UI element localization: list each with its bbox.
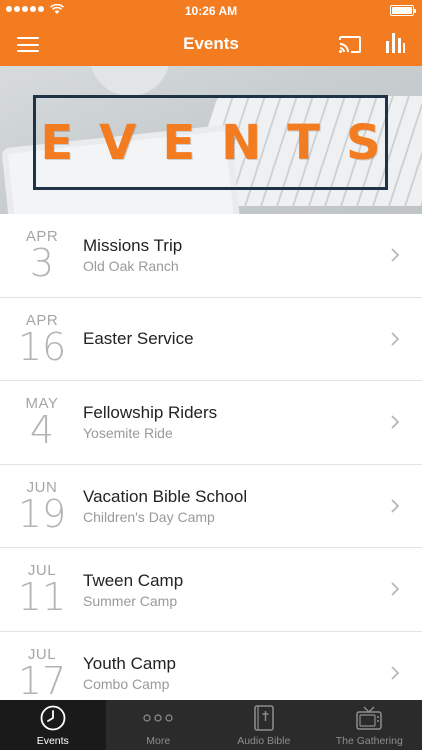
event-place: Summer Camp <box>83 592 178 609</box>
event-name: Tween Camp <box>83 570 184 590</box>
chevron-right-icon <box>391 248 400 262</box>
event-name: Easter Service <box>83 328 194 348</box>
event-date: APR 16 <box>14 312 70 369</box>
event-name: Missions Trip <box>83 236 183 256</box>
event-row[interactable]: JUL 11 Tween Camp Summer Camp <box>0 548 422 632</box>
tv-icon <box>356 706 382 730</box>
more-dots-icon <box>143 714 173 722</box>
event-day: 17 <box>17 658 67 700</box>
event-date: MAY 4 <box>14 395 70 453</box>
event-row[interactable]: MAY 4 Fellowship Riders Yosemite Ride <box>0 381 422 465</box>
tab-label: More <box>146 735 171 747</box>
event-place: Yosemite Ride <box>83 425 173 442</box>
status-bar: 10:26 AM <box>0 0 422 22</box>
event-place: Combo Camp <box>83 676 170 693</box>
event-place: Children's Day Camp <box>83 509 215 526</box>
event-day: 19 <box>17 491 67 536</box>
event-name: Fellowship Riders <box>83 403 218 423</box>
bar-chart-icon[interactable] <box>384 31 406 55</box>
event-date: APR 3 <box>14 228 70 285</box>
events-hero-banner: EVENTS <box>0 66 422 214</box>
event-date: JUL 17 <box>14 646 70 700</box>
hero-title: EVENTS <box>40 114 407 171</box>
event-row[interactable]: JUN 19 Vacation Bible School Children's … <box>0 464 422 549</box>
clock-icon <box>40 705 66 731</box>
hero-frame: EVENTS <box>33 95 388 190</box>
tab-label: The Gathering <box>335 735 403 747</box>
event-day: 3 <box>29 241 55 285</box>
hero-photo-mug <box>90 66 170 96</box>
chevron-right-icon <box>391 415 400 429</box>
event-day: 11 <box>17 575 67 620</box>
tab-bar: Events More Audio Bible The Gathering <box>0 700 422 750</box>
event-row[interactable]: JUL 17 Youth Camp Combo Camp <box>0 631 422 700</box>
tab-events[interactable]: Events <box>0 700 106 750</box>
tab-label: Events <box>36 735 69 747</box>
event-place: Old Oak Ranch <box>83 258 179 275</box>
event-date: JUL 11 <box>14 562 70 620</box>
bible-icon <box>254 705 274 731</box>
event-list: APR 3 Missions Trip Old Oak Ranch APR 16… <box>0 214 422 700</box>
battery-icon <box>390 5 416 16</box>
tab-audio-bible[interactable]: Audio Bible <box>211 700 317 750</box>
tab-label: Audio Bible <box>237 735 291 747</box>
event-name: Vacation Bible School <box>83 487 248 507</box>
chevron-right-icon <box>391 499 400 513</box>
chevron-right-icon <box>391 666 400 680</box>
chevron-right-icon <box>391 582 400 597</box>
nav-bar: Events <box>0 22 422 66</box>
event-day: 16 <box>17 324 67 369</box>
event-day: 4 <box>29 408 55 453</box>
event-row[interactable]: APR 3 Missions Trip Old Oak Ranch <box>0 214 422 298</box>
cast-icon[interactable] <box>338 33 362 55</box>
tab-more[interactable]: More <box>106 700 212 750</box>
tab-the-gathering[interactable]: The Gathering <box>317 700 422 750</box>
status-time: 10:26 AM <box>184 4 238 18</box>
event-name: Youth Camp <box>83 654 176 674</box>
chevron-right-icon <box>391 331 400 346</box>
event-row[interactable]: APR 16 Easter Service <box>0 297 422 382</box>
event-date: JUN 19 <box>14 479 70 536</box>
